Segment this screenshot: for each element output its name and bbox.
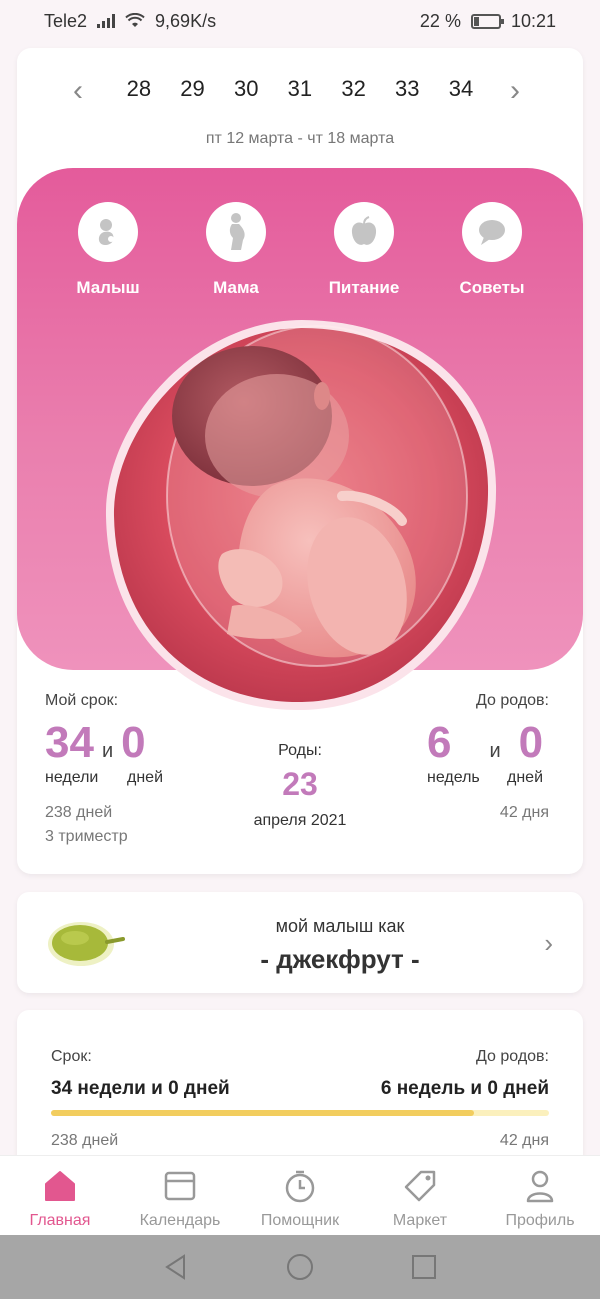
timer-icon xyxy=(240,1168,360,1204)
until-days-label: дней xyxy=(507,769,544,786)
term-progress-card: Срок: До родов: 34 недели и 0 дней 6 нед… xyxy=(17,1010,583,1170)
progress-labels-row: Срок: До родов: xyxy=(51,1048,549,1066)
progress-days-passed: 238 дней xyxy=(51,1132,119,1149)
battery-icon xyxy=(470,13,504,29)
pregnancy-progress-bar xyxy=(51,1110,549,1116)
week-29[interactable]: 29 xyxy=(166,76,220,102)
progress-until-label: До родов: xyxy=(476,1048,549,1065)
fetus-illustration xyxy=(105,320,497,711)
chat-bubble-icon xyxy=(462,202,522,262)
category-label: Питание xyxy=(328,278,400,297)
birth-label: Роды: xyxy=(278,742,322,759)
baby-icon xyxy=(78,202,138,262)
next-week-chevron-icon[interactable]: › xyxy=(510,76,520,106)
tag-icon xyxy=(360,1168,480,1204)
week-list: 28 29 30 31 32 33 34 xyxy=(112,76,488,102)
progress-until-value: 6 недель и 0 дней xyxy=(380,1078,549,1099)
progress-term-value: 34 недели и 0 дней xyxy=(51,1078,230,1099)
progress-values-row: 34 недели и 0 дней 6 недель и 0 дней xyxy=(51,1078,549,1100)
birth-day: 23 xyxy=(282,766,318,802)
until-total-days: 42 дня xyxy=(499,804,549,821)
home-icon xyxy=(0,1168,120,1204)
status-left: Tele2 9,69K/s xyxy=(44,11,216,32)
category-label: Малыш xyxy=(76,278,140,297)
term-label: Мой срок: xyxy=(45,692,119,709)
tab-label: Профиль xyxy=(505,1212,575,1229)
category-nutrition[interactable]: Питание xyxy=(309,202,419,298)
tab-assistant[interactable]: Помощник xyxy=(240,1156,360,1235)
user-icon xyxy=(480,1168,600,1204)
term-trimester: 3 триместр xyxy=(45,828,128,845)
progress-term-label: Срок: xyxy=(51,1048,92,1065)
bottom-tab-bar: Главная Календарь Помощник Маркет Профил… xyxy=(0,1155,600,1235)
signal-icon xyxy=(97,14,116,28)
term-weeks: 34 xyxy=(45,718,94,767)
progress-days-left: 42 дня xyxy=(499,1132,549,1149)
until-birth-values: 6 и 0 xyxy=(427,718,543,768)
tab-label: Главная xyxy=(29,1212,91,1229)
until-and: и xyxy=(489,740,501,762)
week-33[interactable]: 33 xyxy=(380,76,434,102)
baby-size-card[interactable]: мой малыш как - джекфрут - › xyxy=(17,892,583,993)
network-speed: 9,69K/s xyxy=(155,10,217,31)
term-weeks-label: недели xyxy=(45,769,99,786)
week-30[interactable]: 30 xyxy=(219,76,273,102)
week-28[interactable]: 28 xyxy=(112,76,166,102)
baby-size-caption: мой малыш как xyxy=(275,916,405,936)
recent-apps-icon[interactable] xyxy=(410,1253,438,1281)
prev-week-chevron-icon[interactable]: ‹ xyxy=(73,76,83,106)
battery-percent: 22 % xyxy=(419,10,461,31)
until-birth-label: До родов: xyxy=(476,692,549,709)
term-total-days: 238 дней xyxy=(45,804,113,821)
system-navigation-bar xyxy=(0,1235,600,1299)
term-days-label: дней xyxy=(127,769,164,786)
back-icon[interactable] xyxy=(162,1253,190,1281)
birth-month-year: апреля 2021 xyxy=(253,812,347,829)
until-weeks: 6 xyxy=(427,718,452,767)
home-circle-icon[interactable] xyxy=(286,1253,314,1281)
pregnancy-summary-card: ‹ 28 29 30 31 32 33 34 › пт 12 марта - чт 18 м… xyxy=(17,48,583,874)
tab-market[interactable]: Маркет xyxy=(360,1156,480,1235)
wifi-icon xyxy=(125,13,145,27)
pregnant-woman-icon xyxy=(206,202,266,262)
tab-calendar[interactable]: Календарь xyxy=(120,1156,240,1235)
week-navigator: ‹ 28 29 30 31 32 33 34 › xyxy=(17,74,583,110)
tab-profile[interactable]: Профиль xyxy=(480,1156,600,1235)
term-values: 34 и 0 xyxy=(45,718,146,768)
calendar-icon xyxy=(120,1168,240,1204)
term-and: и xyxy=(101,740,114,762)
week-34[interactable]: 34 xyxy=(434,76,488,102)
week-32[interactable]: 32 xyxy=(327,76,381,102)
status-bar: Tele2 9,69K/s 22 % 10:21 xyxy=(0,0,600,42)
until-days: 0 xyxy=(518,718,544,767)
category-baby[interactable]: Малыш xyxy=(53,202,163,298)
category-label: Мама xyxy=(213,278,259,297)
status-right: 22 % 10:21 xyxy=(420,11,556,32)
apple-icon xyxy=(334,202,394,262)
tab-label: Маркет xyxy=(392,1212,448,1229)
chevron-right-icon: › xyxy=(544,928,553,958)
category-mom[interactable]: Мама xyxy=(181,202,291,298)
baby-size-fruit: - джекфрут - xyxy=(260,944,420,974)
category-label: Советы xyxy=(459,278,525,297)
progress-bar-fill xyxy=(51,1110,475,1116)
tab-label: Помощник xyxy=(260,1212,340,1229)
category-tips[interactable]: Советы xyxy=(437,202,547,298)
week-date-range: пт 12 марта - чт 18 марта xyxy=(205,130,395,147)
clock: 10:21 xyxy=(510,10,556,31)
week-31[interactable]: 31 xyxy=(273,76,327,102)
carrier-name: Tele2 xyxy=(44,10,88,31)
until-weeks-label: недель xyxy=(427,769,480,786)
tab-label: Календарь xyxy=(139,1212,221,1229)
progress-days-row: 238 дней 42 дня xyxy=(51,1132,549,1150)
tab-home[interactable]: Главная xyxy=(0,1156,120,1235)
term-days: 0 xyxy=(121,718,146,767)
